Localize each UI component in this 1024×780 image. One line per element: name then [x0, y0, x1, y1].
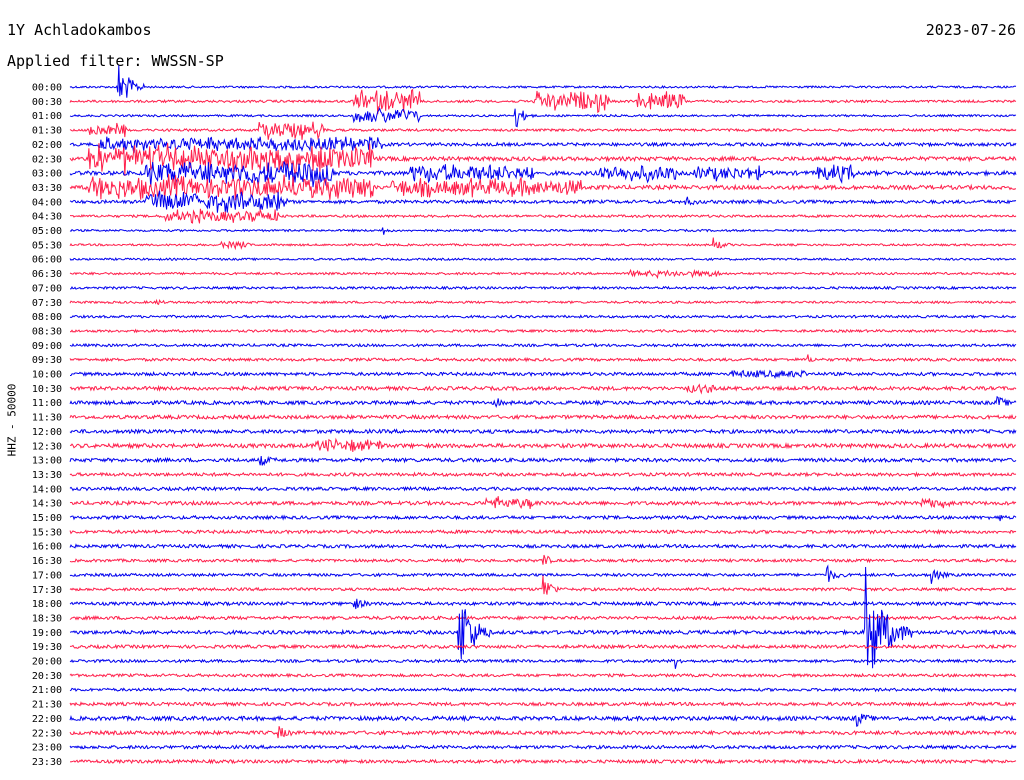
time-label: 19:00 [32, 628, 62, 639]
time-label: 09:00 [32, 341, 62, 352]
trace-line [69, 471, 1017, 478]
trace-line [69, 237, 1017, 251]
trace-line [70, 285, 1017, 291]
time-label: 20:30 [32, 671, 62, 682]
trace-line [69, 455, 1017, 466]
time-label: 07:00 [32, 283, 62, 294]
time-label: 10:30 [32, 384, 62, 395]
trace-line [69, 413, 1017, 421]
trace-line [70, 369, 1017, 380]
time-label: 15:00 [32, 513, 62, 524]
trace-line [69, 121, 1017, 141]
time-label: 05:00 [32, 226, 62, 237]
trace-line [69, 543, 1017, 550]
trace-line [69, 395, 1017, 409]
trace-line [70, 208, 1017, 224]
trace-line [69, 672, 1017, 679]
trace-line [69, 88, 1017, 115]
time-label: 09:30 [32, 355, 62, 366]
trace-line [69, 758, 1017, 765]
time-label: 08:00 [32, 312, 62, 323]
time-label: 16:00 [32, 542, 62, 553]
time-label: 17:30 [32, 585, 62, 596]
trace-line [69, 428, 1017, 435]
time-label: 04:30 [32, 212, 62, 223]
trace-line [69, 342, 1017, 348]
trace-line [69, 496, 1017, 510]
time-label: 16:30 [32, 556, 62, 567]
time-label: 21:30 [32, 700, 62, 711]
time-label: 14:00 [32, 484, 62, 495]
time-label: 01:00 [32, 111, 62, 122]
trace-line [69, 106, 1017, 128]
time-label: 18:00 [32, 599, 62, 610]
trace-line [69, 554, 1017, 565]
trace-line [69, 744, 1017, 751]
time-label: 18:30 [32, 613, 62, 624]
trace-group [69, 65, 1017, 765]
time-label: 07:30 [32, 298, 62, 309]
trace-line [69, 686, 1017, 693]
time-label: 19:30 [32, 642, 62, 653]
time-label: 00:00 [32, 83, 62, 94]
trace-line [69, 328, 1017, 334]
trace-line [69, 257, 1017, 262]
trace-line [69, 485, 1017, 492]
time-label: 12:30 [32, 441, 62, 452]
time-label: 02:30 [32, 154, 62, 165]
time-label: 10:00 [32, 370, 62, 381]
time-label: 05:30 [32, 240, 62, 251]
time-label: 22:00 [32, 714, 62, 725]
trace-line [69, 514, 1017, 522]
time-label: 11:00 [32, 398, 62, 409]
time-label: 11:30 [32, 413, 62, 424]
time-label-group: 00:00 00:30 01:00 01:30 02:00 02:30 03:00 03:30… [32, 83, 62, 768]
time-label: 23:30 [32, 757, 62, 768]
trace-line [69, 190, 1017, 213]
trace-line [69, 354, 1017, 363]
time-label: 02:00 [32, 140, 62, 151]
time-label: 13:30 [32, 470, 62, 481]
time-label: 23:00 [32, 743, 62, 754]
trace-line [69, 726, 1017, 739]
trace-line [69, 268, 1017, 280]
trace-line [69, 701, 1017, 708]
trace-line [69, 65, 1017, 98]
time-label: 13:00 [32, 456, 62, 467]
trace-line [69, 314, 1017, 320]
time-label: 04:00 [32, 197, 62, 208]
trace-line [69, 227, 1017, 235]
trace-line [69, 528, 1017, 535]
trace-line [69, 575, 1017, 595]
helicorder-plot: 00:00 00:30 01:00 01:30 02:00 02:30 03:00 03:30… [32, 65, 1017, 768]
time-label: 17:00 [32, 570, 62, 581]
trace-line [69, 437, 1017, 452]
time-label: 21:00 [32, 685, 62, 696]
time-label: 22:30 [32, 728, 62, 739]
time-label: 00:30 [32, 97, 62, 108]
time-label: 03:00 [32, 169, 62, 180]
trace-line [69, 298, 1017, 305]
time-label: 12:00 [32, 427, 62, 438]
trace-line [69, 713, 1017, 727]
trace-line [69, 598, 1017, 610]
time-label: 20:00 [32, 657, 62, 668]
time-label: 01:30 [32, 126, 62, 137]
time-label: 08:30 [32, 326, 62, 337]
time-label: 15:30 [32, 527, 62, 538]
time-label: 14:30 [32, 499, 62, 510]
time-label: 03:30 [32, 183, 62, 194]
time-label: 06:30 [32, 269, 62, 280]
time-label: 06:00 [32, 255, 62, 266]
trace-line [69, 383, 1017, 395]
